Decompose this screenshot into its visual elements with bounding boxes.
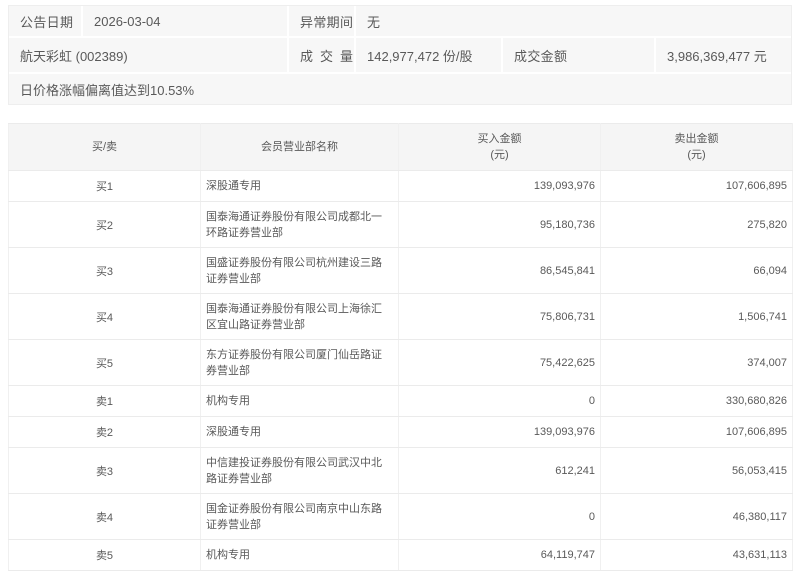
cell-branch: 深股通专用 [201, 417, 399, 448]
cell-buy: 75,422,625 [399, 340, 601, 386]
header-sell: 卖出金额 (元) [601, 124, 793, 171]
info-panel: 公告日期 2026-03-04 异常期间 无 航天彩虹 (002389) 成交量… [8, 5, 792, 105]
cell-side: 卖1 [9, 386, 201, 417]
cell-side: 卖4 [9, 494, 201, 540]
cell-sell: 43,631,113 [601, 540, 793, 571]
table-header: 买/卖 会员营业部名称 买入金额 (元) 卖出金额 (元) [9, 124, 793, 171]
cell-sell: 107,606,895 [601, 171, 793, 202]
cell-branch: 国金证券股份有限公司南京中山东路证券营业部 [201, 494, 399, 540]
table-row: 买4国泰海通证券股份有限公司上海徐汇区宜山路证券营业部75,806,7311,5… [9, 294, 793, 340]
cell-buy: 612,241 [399, 448, 601, 494]
abnormal-period-value: 无 [356, 6, 791, 36]
header-buy-line1: 买入金额 [399, 131, 600, 148]
cell-side: 卖3 [9, 448, 201, 494]
table-row: 买5东方证券股份有限公司厦门仙岳路证券营业部75,422,625374,007 [9, 340, 793, 386]
cell-sell: 1,506,741 [601, 294, 793, 340]
cell-branch: 东方证券股份有限公司厦门仙岳路证券营业部 [201, 340, 399, 386]
cell-side: 买4 [9, 294, 201, 340]
cell-branch: 国泰海通证券股份有限公司上海徐汇区宜山路证券营业部 [201, 294, 399, 340]
cell-side: 卖2 [9, 417, 201, 448]
cell-buy: 139,093,976 [399, 171, 601, 202]
cell-sell: 275,820 [601, 202, 793, 248]
table-row: 买1深股通专用139,093,976107,606,895 [9, 171, 793, 202]
cell-sell: 46,380,117 [601, 494, 793, 540]
cell-buy: 64,119,747 [399, 540, 601, 571]
table-row: 卖5机构专用64,119,74743,631,113 [9, 540, 793, 571]
header-sell-line2: (元) [601, 147, 792, 164]
table-row: 买3国盛证券股份有限公司杭州建设三路证券营业部86,545,84166,094 [9, 248, 793, 294]
cell-sell: 56,053,415 [601, 448, 793, 494]
cell-buy: 0 [399, 386, 601, 417]
turnover-value: 3,986,369,477 元 [656, 38, 791, 72]
cell-side: 买1 [9, 171, 201, 202]
cell-branch: 机构专用 [201, 540, 399, 571]
cell-branch: 中信建投证券股份有限公司武汉中北路证券营业部 [201, 448, 399, 494]
cell-buy: 139,093,976 [399, 417, 601, 448]
volume-label-text: 成交量 [300, 46, 353, 65]
cell-buy: 75,806,731 [399, 294, 601, 340]
header-side: 买/卖 [9, 124, 201, 171]
lhb-detail-page: 公告日期 2026-03-04 异常期间 无 航天彩虹 (002389) 成交量… [0, 5, 800, 580]
cell-branch: 机构专用 [201, 386, 399, 417]
turnover-label: 成交金额 [503, 38, 654, 72]
header-buy-line2: (元) [399, 147, 600, 164]
announce-date-value: 2026-03-04 [83, 6, 287, 36]
cell-buy: 95,180,736 [399, 202, 601, 248]
cell-sell: 330,680,826 [601, 386, 793, 417]
turnover-label-text: 成交金额 [514, 46, 567, 65]
volume-label: 成交量 [289, 38, 354, 72]
cell-side: 买2 [9, 202, 201, 248]
list-reason: 日价格涨幅偏离值达到10.53% [9, 74, 791, 104]
table-row: 卖4国金证券股份有限公司南京中山东路证券营业部046,380,117 [9, 494, 793, 540]
volume-value: 142,977,472 份/股 [356, 38, 501, 72]
table-row: 卖1机构专用0330,680,826 [9, 386, 793, 417]
cell-sell: 66,094 [601, 248, 793, 294]
cell-side: 卖5 [9, 540, 201, 571]
header-branch: 会员营业部名称 [201, 124, 399, 171]
cell-sell: 107,606,895 [601, 417, 793, 448]
announce-date-label-text: 公告日期 [20, 12, 73, 31]
header-buy: 买入金额 (元) [399, 124, 601, 171]
cell-branch: 国盛证券股份有限公司杭州建设三路证券营业部 [201, 248, 399, 294]
table-row: 卖2深股通专用139,093,976107,606,895 [9, 417, 793, 448]
table-body: 买1深股通专用139,093,976107,606,895买2国泰海通证券股份有… [9, 171, 793, 571]
table-row: 卖3中信建投证券股份有限公司武汉中北路证券营业部612,24156,053,41… [9, 448, 793, 494]
table-row: 买2国泰海通证券股份有限公司成都北一环路证券营业部95,180,736275,8… [9, 202, 793, 248]
cell-buy: 0 [399, 494, 601, 540]
cell-branch: 国泰海通证券股份有限公司成都北一环路证券营业部 [201, 202, 399, 248]
abnormal-period-label-text: 异常期间 [300, 12, 353, 31]
header-sell-line1: 卖出金额 [601, 131, 792, 148]
broker-branch-table: 买/卖 会员营业部名称 买入金额 (元) 卖出金额 (元) 买1深股通专用139… [8, 123, 793, 571]
announce-date-label: 公告日期 [9, 6, 81, 36]
cell-side: 买3 [9, 248, 201, 294]
cell-side: 买5 [9, 340, 201, 386]
cell-buy: 86,545,841 [399, 248, 601, 294]
cell-sell: 374,007 [601, 340, 793, 386]
abnormal-period-label: 异常期间 [289, 6, 354, 36]
stock-name: 航天彩虹 (002389) [9, 38, 287, 72]
cell-branch: 深股通专用 [201, 171, 399, 202]
